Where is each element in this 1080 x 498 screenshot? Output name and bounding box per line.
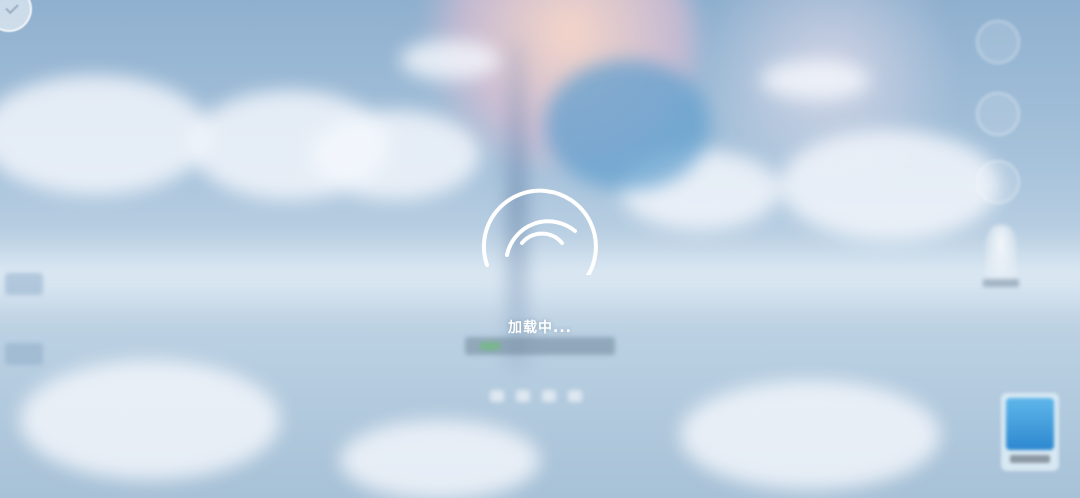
cloud [780,130,1000,240]
left-widget[interactable] [5,273,43,295]
character-avatar[interactable] [983,225,1019,287]
dots-row [490,390,582,402]
loading-text: 加载中... [508,320,572,336]
cloud [400,40,500,80]
dot [568,390,582,402]
left-widget[interactable] [5,343,43,365]
cloud [760,60,870,100]
globe-icon[interactable] [976,92,1020,136]
settings-icon[interactable] [976,160,1020,204]
spinner-arc-middle [505,219,577,257]
loading-overlay: 加载中... [470,185,610,336]
dot [542,390,556,402]
cloud [310,110,480,200]
game-screen: 加载中... [0,0,1080,498]
spinner-arc-inner [520,231,564,245]
event-card[interactable] [1001,393,1059,471]
cloud [680,380,940,490]
cloud [340,420,540,498]
dot [490,390,504,402]
cloud [0,75,210,195]
status-bar [465,337,615,355]
cloud [20,360,280,480]
wifi-arc-spinner-icon [481,188,598,275]
blue-cloud [545,60,710,190]
dot [516,390,530,402]
rotate-icon[interactable] [976,20,1020,64]
